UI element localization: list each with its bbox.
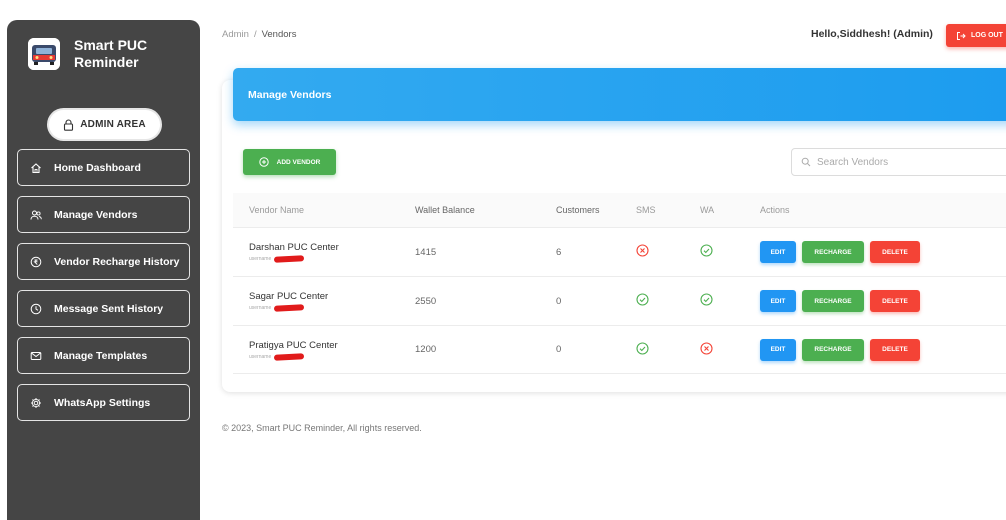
wallet-balance: 1415 [415,246,437,258]
recharge-button[interactable]: RECHARGE [802,290,864,312]
wa-status [694,244,756,260]
vendor-username: username [249,352,400,361]
check-circle-icon [700,293,713,306]
redacted-username [274,352,305,361]
brand-title: Smart PUC Reminder [74,37,148,70]
username-label: username [249,256,272,262]
lock-icon [64,118,74,131]
wa-status [694,341,756,358]
column-header-actions: Actions [760,205,790,215]
logout-label: LOG OUT [971,32,1003,39]
customer-count: 0 [556,295,562,307]
sidebar-item-label: Vendor Recharge History [54,255,180,268]
logout-button[interactable]: LOG OUT [946,24,1006,47]
search-box [791,148,1006,176]
sidebar-item-message-sent-history[interactable]: Message Sent History [17,290,190,327]
edit-button[interactable]: EDIT [760,290,796,312]
vendor-name: Darshan PUC Center [249,242,339,253]
column-header-customers: Customers [556,205,600,215]
sidebar-item-manage-templates[interactable]: Manage Templates [17,337,190,374]
column-header-wa: WA [700,205,715,215]
x-circle-icon [636,244,649,257]
sidebar-item-label: Message Sent History [54,302,164,315]
sidebar-item-label: Manage Templates [54,349,148,362]
edit-button[interactable]: EDIT [760,241,796,263]
search-icon [801,157,811,167]
gear-icon [31,397,41,408]
sms-status [627,293,694,309]
username-label: username [249,305,272,311]
sidebar-item-label: WhatsApp Settings [54,396,151,409]
sidebar-item-whatsapp-settings[interactable]: WhatsApp Settings [17,384,190,421]
redacted-username [274,255,305,263]
sidebar-item-vendor-recharge-history[interactable]: Vendor Recharge History [17,243,190,280]
add-circle-icon [258,157,269,167]
page-title: Manage Vendors [233,68,1006,121]
home-icon [31,162,41,173]
row-actions: EDIT RECHARGE DELETE [756,241,1006,263]
sidebar: Smart PUC Reminder ADMIN AREA Home Dashb… [7,20,200,520]
logout-icon [957,31,966,40]
x-circle-icon [700,341,713,355]
sidebar-item-home-dashboard[interactable]: Home Dashboard [17,149,190,186]
wallet-balance: 1200 [415,344,437,355]
sidebar-item-manage-vendors[interactable]: Manage Vendors [17,196,190,233]
vendor-username: username [249,304,400,312]
sms-status [627,341,694,358]
table-header: Vendor Name Wallet Balance Customers SMS… [233,193,1006,227]
column-header-wallet-balance: Wallet Balance [415,205,475,215]
clock-icon [30,303,42,314]
car-logo-icon [28,38,60,70]
breadcrumb-current: Vendors [261,29,297,40]
wa-status [694,293,756,309]
customer-count: 6 [556,246,562,258]
delete-button[interactable]: DELETE [870,241,920,263]
check-circle-icon [636,293,649,306]
footer-copyright: © 2023, Smart PUC Reminder, All rights r… [222,423,422,433]
add-vendor-button[interactable]: ADD VENDOR [243,149,336,175]
sidebar-nav: Home Dashboard Manage Vendors Vendor Rec… [17,149,190,431]
vendor-name-cell: Pratigya PUC Center username [233,339,400,361]
vendor-name-cell: Darshan PUC Center username [233,242,400,263]
check-circle-icon [636,341,649,355]
user-greeting: Hello,Siddhesh! (Admin) [811,28,933,40]
vendor-username: username [249,255,400,263]
table-row: Pratigya PUC Center username 1200 0 EDIT… [233,325,1006,374]
sidebar-item-label: Home Dashboard [54,161,141,174]
redacted-username [274,304,305,312]
add-vendor-label: ADD VENDOR [276,158,321,166]
brand[interactable]: Smart PUC Reminder [28,37,154,71]
row-actions: EDIT RECHARGE DELETE [756,338,1006,361]
column-header-vendor-name: Vendor Name [249,205,305,215]
vendors-table: Vendor Name Wallet Balance Customers SMS… [233,193,1006,374]
sidebar-item-label: Manage Vendors [54,208,138,221]
column-header-sms: SMS [636,205,656,215]
search-input[interactable] [817,156,997,168]
check-circle-icon [700,244,713,257]
vendor-name: Pratigya PUC Center [249,339,338,351]
delete-button[interactable]: DELETE [870,338,920,361]
breadcrumb-separator: / [253,29,257,40]
admin-area-badge: ADMIN AREA [49,110,160,139]
mail-icon [30,351,42,360]
history-coin-icon [30,256,42,267]
recharge-button[interactable]: RECHARGE [802,241,864,263]
row-actions: EDIT RECHARGE DELETE [756,290,1006,312]
edit-button[interactable]: EDIT [760,338,796,361]
delete-button[interactable]: DELETE [870,290,920,312]
vendor-name: Sagar PUC Center [249,291,329,302]
vendor-name-cell: Sagar PUC Center username [233,291,400,312]
table-row: Sagar PUC Center username 2550 0 EDIT RE… [233,276,1006,325]
users-icon [30,210,42,220]
breadcrumb-root[interactable]: Admin [222,29,249,40]
table-row: Darshan PUC Center username 1415 6 EDIT … [233,227,1006,276]
recharge-button[interactable]: RECHARGE [802,338,864,361]
customer-count: 0 [556,344,562,355]
sms-status [627,244,694,260]
admin-area-label: ADMIN AREA [80,119,146,130]
breadcrumb: Admin / Vendors [222,29,296,40]
wallet-balance: 2550 [415,295,437,307]
username-label: username [249,353,272,360]
